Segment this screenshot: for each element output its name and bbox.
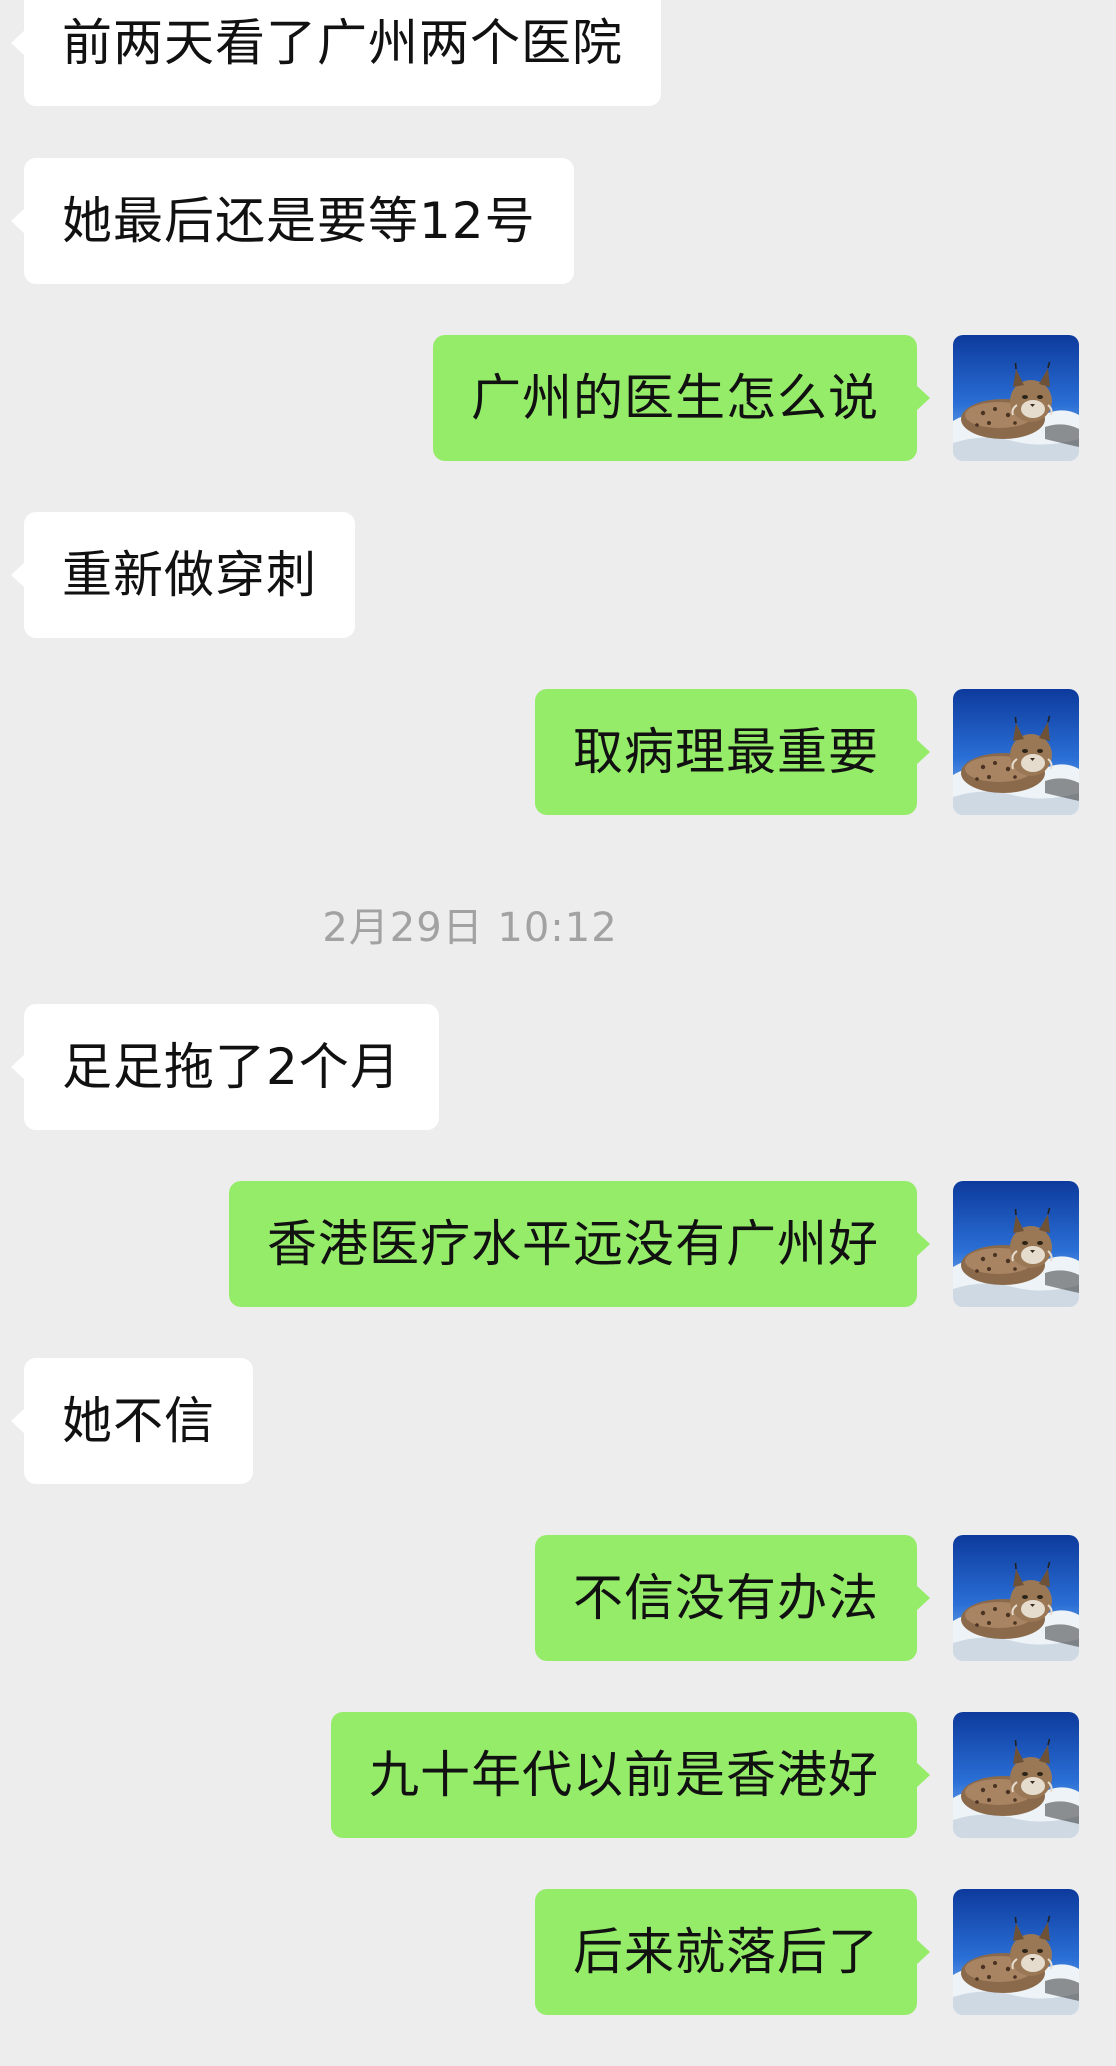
message-bubble-incoming[interactable]: 她最后还是要等12号 <box>11 158 574 284</box>
lynx-photo-avatar <box>953 1712 1079 1838</box>
avatar[interactable] <box>953 1889 1079 2015</box>
message-timestamp: 2月29日 10:12 <box>322 905 618 951</box>
message-text: 香港医疗水平远没有广州好 <box>267 1215 879 1273</box>
message-bubble-outgoing[interactable]: 香港医疗水平远没有广州好 <box>229 1181 930 1307</box>
message-bubble-outgoing[interactable]: 广州的医生怎么说 <box>433 335 930 461</box>
message-text: 不信没有办法 <box>573 1569 879 1627</box>
lynx-photo-avatar <box>953 1535 1079 1661</box>
message-bubble-outgoing[interactable]: 取病理最重要 <box>535 689 930 815</box>
message-text: 九十年代以前是香港好 <box>369 1746 879 1804</box>
message-bubble-incoming[interactable]: 重新做穿刺 <box>11 512 355 638</box>
message-bubble-incoming[interactable]: 足足拖了2个月 <box>11 1004 439 1130</box>
message-bubble-outgoing[interactable]: 九十年代以前是香港好 <box>331 1712 930 1838</box>
message-text: 广州的医生怎么说 <box>471 369 879 427</box>
message-text: 取病理最重要 <box>573 723 879 781</box>
message-bubble-incoming[interactable]: 前两天看了广州两个医院 <box>11 0 661 106</box>
avatar[interactable] <box>953 1181 1079 1307</box>
message-text: 足足拖了2个月 <box>62 1038 401 1096</box>
message-text: 重新做穿刺 <box>62 546 317 604</box>
lynx-photo-avatar <box>953 335 1079 461</box>
avatar[interactable] <box>953 1712 1079 1838</box>
avatar[interactable] <box>953 689 1079 815</box>
message-bubble-incoming[interactable]: 她不信 <box>11 1358 253 1484</box>
message-bubble-outgoing[interactable]: 后来就落后了 <box>535 1889 930 2015</box>
message-text: 前两天看了广州两个医院 <box>62 14 623 72</box>
message-text: 她最后还是要等12号 <box>62 192 536 250</box>
lynx-photo-avatar <box>953 1889 1079 2015</box>
chat-message-list[interactable]: 前两天看了广州两个医院 她最后还是要等12号 广州的医生怎么说 重新做穿刺 取病… <box>0 0 1116 2066</box>
avatar[interactable] <box>953 1535 1079 1661</box>
avatar[interactable] <box>953 335 1079 461</box>
message-text: 她不信 <box>62 1392 215 1450</box>
lynx-photo-avatar <box>953 1181 1079 1307</box>
lynx-photo-avatar <box>953 689 1079 815</box>
message-bubble-outgoing[interactable]: 不信没有办法 <box>535 1535 930 1661</box>
message-text: 后来就落后了 <box>573 1923 879 1981</box>
